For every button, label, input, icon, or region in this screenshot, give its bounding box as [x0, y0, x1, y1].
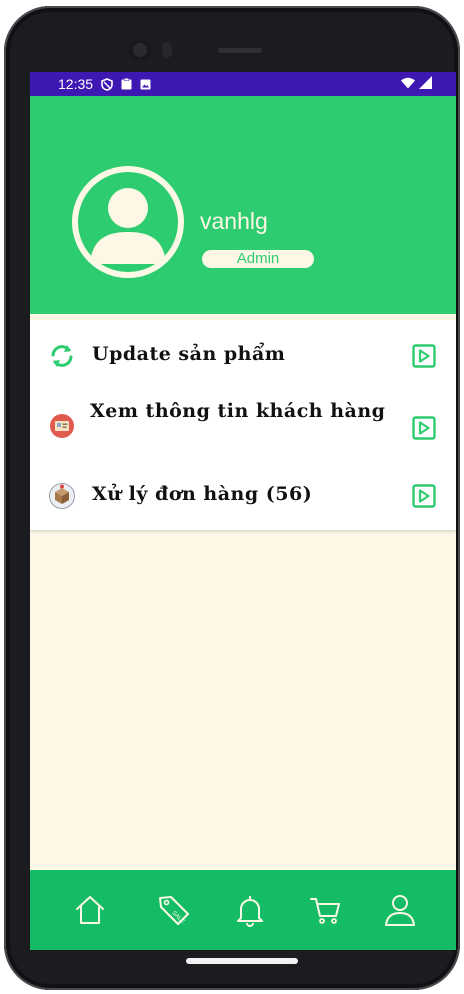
cart-icon[interactable] [308, 892, 344, 928]
menu-item-label: Update sản phẩm [92, 343, 286, 365]
bottom-navigation: SALE [30, 870, 456, 950]
front-camera [128, 38, 152, 62]
phone-frame: 12:35 vanhlg Admin Update sản phẩm Xem t… [4, 6, 460, 990]
user-avatar-icon[interactable] [72, 166, 184, 278]
status-left-icons [101, 77, 151, 91]
wifi-icon [401, 77, 415, 88]
menu-item-customer-info[interactable]: Xem thông tin khách hàng [30, 398, 456, 458]
arrow-right-icon[interactable] [412, 344, 436, 368]
app-screen: 12:35 vanhlg Admin Update sản phẩm Xem t… [30, 72, 456, 950]
menu-item-update-products[interactable]: Update sản phẩm [30, 338, 456, 374]
gesture-home-bar[interactable] [186, 958, 298, 964]
bell-icon[interactable] [232, 892, 268, 928]
package-icon [49, 483, 75, 509]
status-bar: 12:35 [30, 72, 456, 96]
admin-menu: Update sản phẩm Xem thông tin khách hàng [30, 320, 456, 530]
status-time: 12:35 [58, 76, 94, 92]
username-label: vanhlg [200, 208, 268, 234]
clipboard-icon [121, 78, 132, 90]
profile-header: vanhlg Admin [30, 96, 456, 314]
image-icon [140, 79, 151, 89]
menu-item-label: Xử lý đơn hàng (56) [92, 483, 313, 505]
camera-sensor [162, 42, 172, 58]
role-badge: Admin [202, 250, 314, 268]
arrow-right-icon[interactable] [412, 484, 436, 508]
refresh-icon [51, 345, 73, 367]
home-icon[interactable] [72, 892, 108, 928]
sale-tag-icon[interactable]: SALE [156, 892, 192, 928]
customer-card-icon [50, 414, 74, 438]
profile-icon[interactable] [382, 892, 418, 928]
earpiece-speaker [218, 48, 262, 53]
menu-item-process-orders[interactable]: Xử lý đơn hàng (56) [30, 478, 456, 514]
signal-icon [419, 76, 432, 89]
status-right-icons [401, 76, 432, 89]
menu-item-label: Xem thông tin khách hàng [90, 400, 386, 422]
shield-icon [101, 77, 113, 91]
arrow-right-icon[interactable] [412, 416, 436, 440]
